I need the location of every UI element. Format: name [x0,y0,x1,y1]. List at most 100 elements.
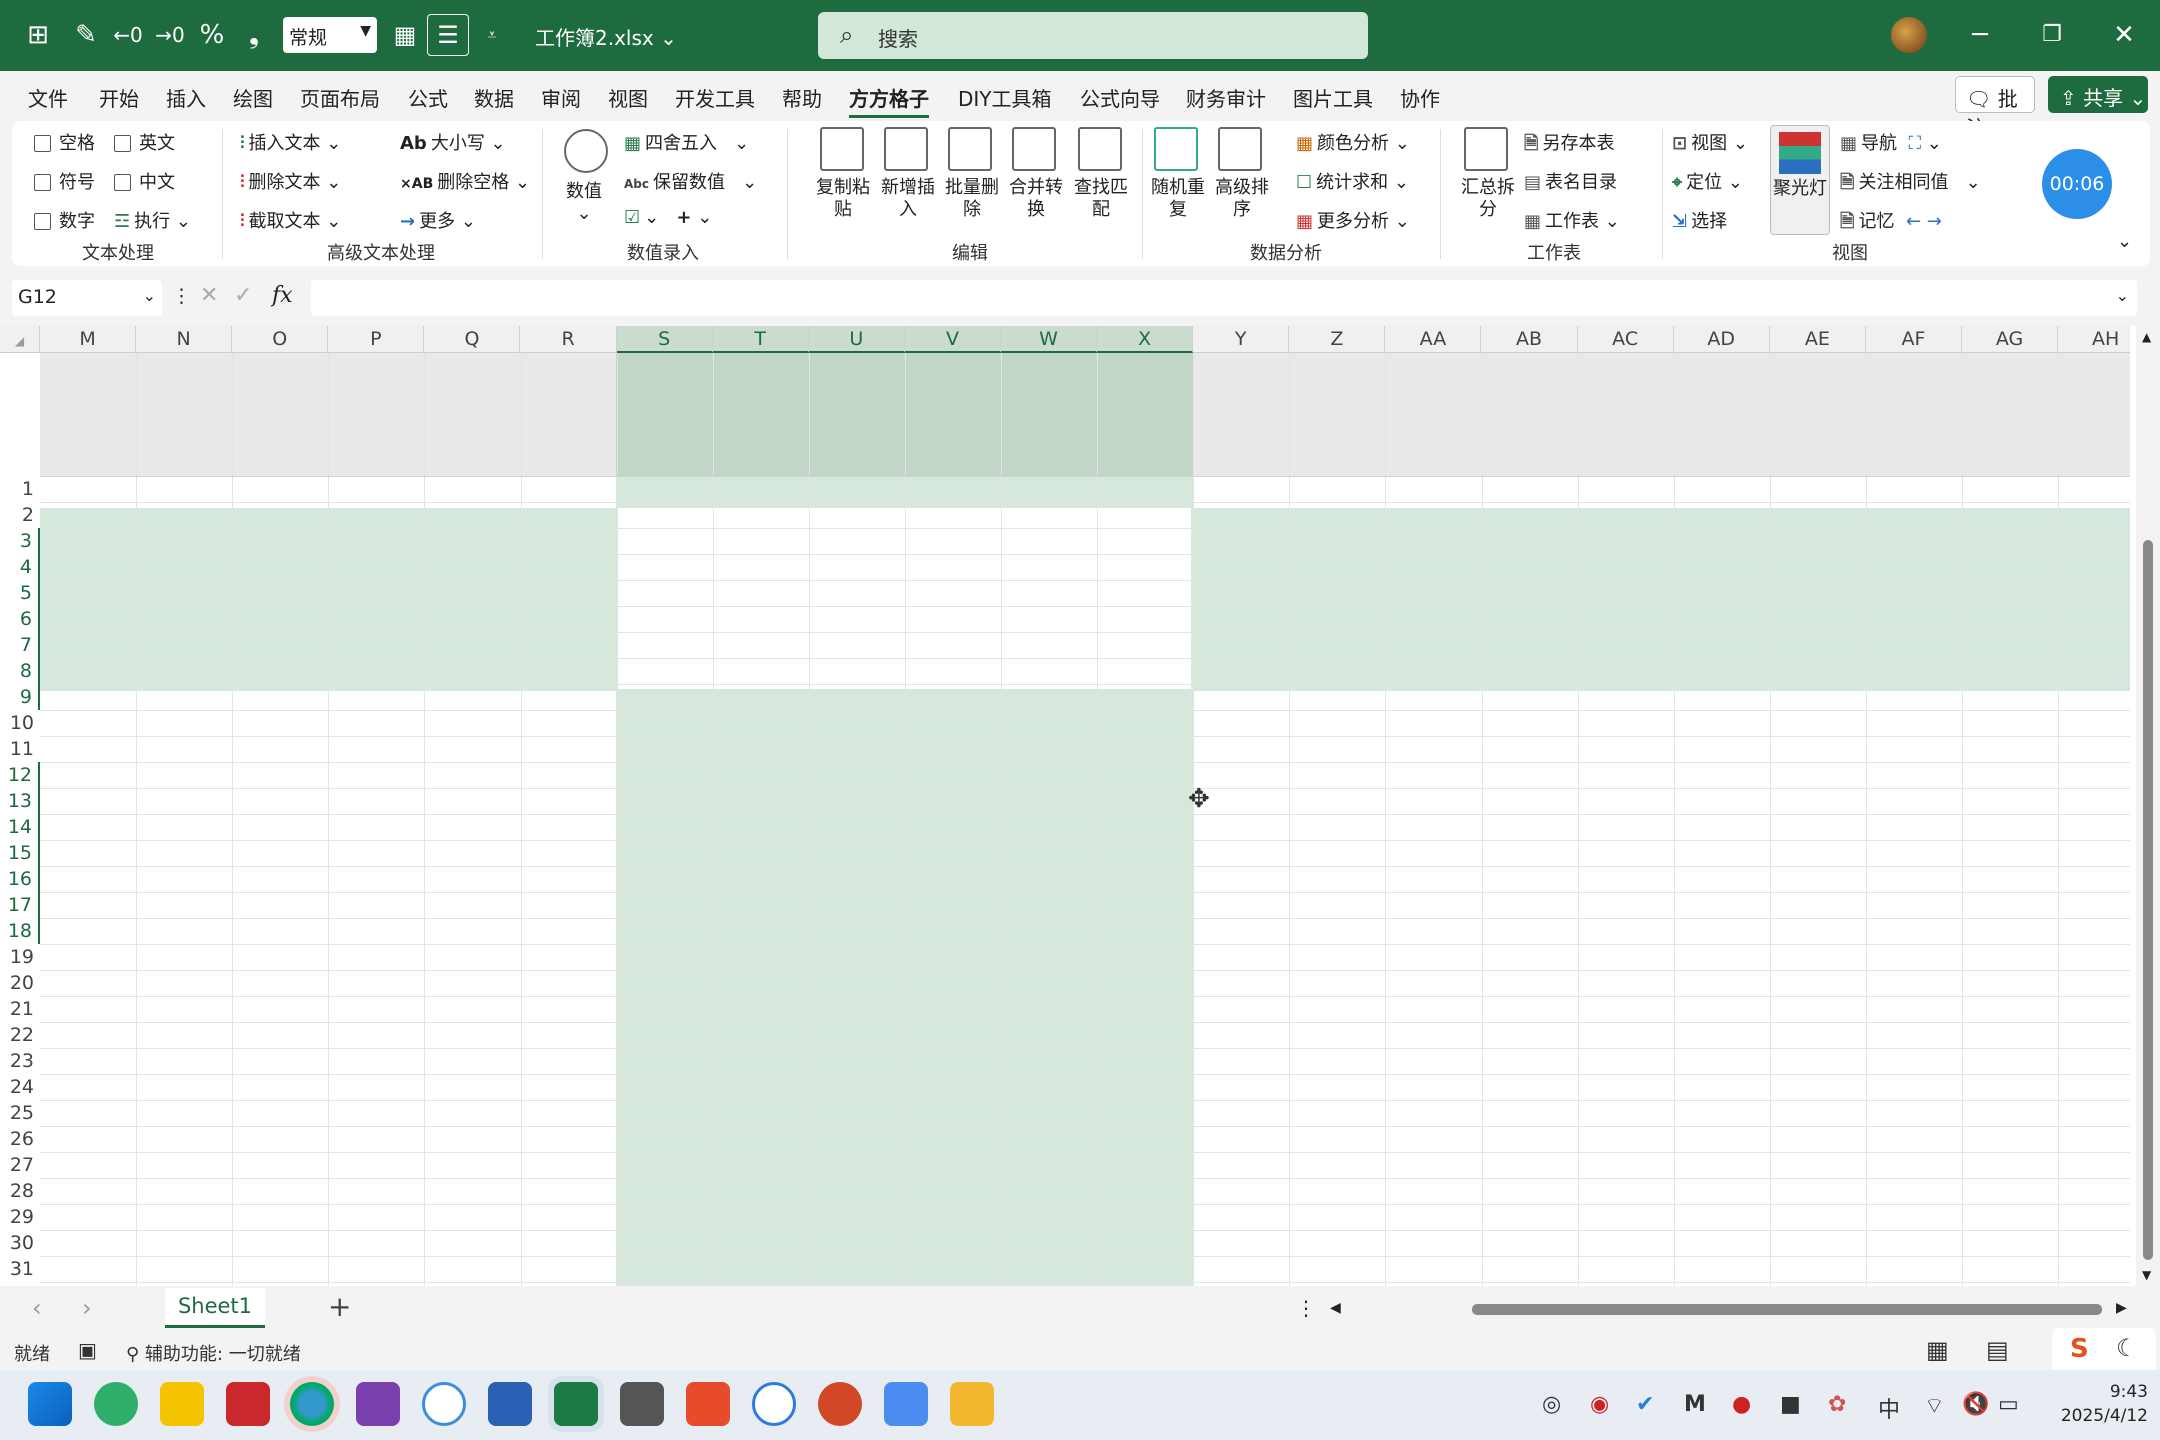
advanced-sort-button[interactable]: 高级排序 [1212,177,1272,221]
row-header-2[interactable]: 2 [0,502,40,528]
file-explorer-icon[interactable] [950,1382,994,1426]
menu-fangfanggezi[interactable]: 方方格子 [849,83,929,118]
cloud-app-icon[interactable] [422,1382,466,1426]
execute-button[interactable]: ☲ 执行 ⌄ [114,207,191,233]
row-header-17[interactable]: 17 [0,892,40,918]
worksheet-button[interactable]: ▦ 工作表 ⌄ [1524,207,1620,233]
vertical-scrollbar[interactable]: ▲ ▼ [2136,326,2160,1286]
page-layout-view-icon[interactable]: ▤ [1986,1336,2009,1364]
sublime-icon[interactable] [620,1382,664,1426]
row-header-5[interactable]: 5 [0,580,40,606]
summary-split-button[interactable]: 汇总拆分 [1458,177,1518,221]
row-header-18[interactable]: 18 [0,918,40,944]
checkbox-space[interactable]: 空格 [34,129,95,155]
ime-icon[interactable]: 中 [1878,1392,1900,1424]
clock[interactable]: 9:43 2025/4/12 [2048,1380,2148,1428]
share-button[interactable]: ⇪ 共享 ⌄ [2048,76,2148,113]
file-name[interactable]: 工作簿2.xlsx ⌄ [535,22,677,51]
start-icon[interactable] [28,1382,72,1426]
menu-insert[interactable]: 插入 [166,83,206,112]
search-input[interactable]: ⌕ 搜索 [818,12,1368,59]
extract-text-button[interactable]: ⫶ 截取文本 ⌄ [240,207,341,233]
scroll-up-icon[interactable]: ▲ [2142,330,2151,344]
view-button[interactable]: ⊡ 视图 ⌄ [1672,129,1748,155]
tray-search-icon[interactable]: ◎ [1542,1392,1561,1417]
column-header-AF[interactable]: AF [1866,326,1962,353]
format-painter-icon[interactable]: ✎ [66,14,106,56]
more-analysis-button[interactable]: ▦ 更多分析 ⌄ [1296,207,1410,233]
row-header-3[interactable]: 3 [0,528,40,554]
keep-value-button[interactable]: Abc 保留数值 ⌄ [624,168,757,194]
decrease-decimal-icon[interactable]: ←0 [108,14,148,56]
row-header-30[interactable]: 30 [0,1230,40,1256]
back-arrow-icon[interactable]: ← [1906,211,1921,232]
row-header-9[interactable]: 9 [0,684,40,710]
find-match-button[interactable]: 查找匹配 [1071,177,1131,221]
ime-floating-bar[interactable]: S ☾ [2052,1328,2156,1372]
table-icon[interactable]: ☰ [427,14,469,56]
row-header-14[interactable]: 14 [0,814,40,840]
memory-button[interactable]: 🗎 记忆 ← → [1840,207,1942,239]
column-header-U[interactable]: U [808,326,905,353]
confirm-icon[interactable]: ✓ [234,283,252,308]
remove-space-button[interactable]: ×AB 删除空格 ⌄ [400,168,530,194]
row-header-32[interactable]: 32 [0,1282,40,1286]
column-header-Z[interactable]: Z [1289,326,1386,353]
column-header-AG[interactable]: AG [1962,326,2059,353]
comment-button[interactable]: 🗨 批注 [1955,76,2035,140]
row-header-16[interactable]: 16 [0,866,40,892]
column-header-Q[interactable]: Q [424,326,521,353]
checkbox-number[interactable]: 数字 [34,207,95,233]
notes-icon[interactable] [884,1382,928,1426]
row-header-6[interactable]: 6 [0,606,40,632]
increase-decimal-icon[interactable]: →0 [150,14,190,56]
menu-picture-tools[interactable]: 图片工具 [1293,83,1373,112]
volume-mute-icon[interactable]: 🔇 [1962,1392,1989,1417]
copy-paste-button[interactable]: 复制粘贴 [813,177,873,221]
row-header-26[interactable]: 26 [0,1126,40,1152]
column-header-AE[interactable]: AE [1770,326,1866,353]
menu-draw[interactable]: 绘图 [233,83,273,112]
grid-view-icon[interactable]: ▦ [385,14,425,56]
tray-mail-icon[interactable]: M [1684,1392,1706,1417]
row-header-23[interactable]: 23 [0,1048,40,1074]
horizontal-scrollbar[interactable]: ◀ ▶ [1330,1298,2127,1320]
accessibility-status[interactable]: ⚲ 辅助功能: 一切就绪 [126,1340,301,1366]
menu-diy-toolbox[interactable]: DIY工具箱 [958,83,1052,112]
sheet-tab-sheet1[interactable]: Sheet1 [165,1288,265,1328]
avatar[interactable] [1891,17,1927,53]
random-repeat-button[interactable]: 随机重复 [1148,177,1208,221]
select-button[interactable]: ⇲ 选择 [1672,207,1727,233]
row-header-13[interactable]: 13 [0,788,40,814]
row-header-12[interactable]: 12 [0,762,40,788]
column-header-N[interactable]: N [136,326,233,353]
prev-sheet-icon[interactable]: ‹ [32,1294,42,1322]
row-header-1[interactable]: 1 [0,476,40,502]
row-header-7[interactable]: 7 [0,632,40,658]
focus-same-value-button[interactable]: 🗎 关注相同值 ⌄ [1840,168,1981,200]
column-header-W[interactable]: W [1001,326,1098,353]
column-header-S[interactable]: S [616,326,713,353]
color-analysis-button[interactable]: ▦ 颜色分析 ⌄ [1296,129,1410,155]
column-header-AB[interactable]: AB [1482,326,1578,353]
menu-view[interactable]: 视图 [608,83,648,112]
column-header-AD[interactable]: AD [1674,326,1770,353]
menu-help[interactable]: 帮助 [782,83,822,112]
column-header-P[interactable]: P [328,326,425,353]
excel-icon[interactable] [554,1382,598,1426]
save-sheet-button[interactable]: 🗎 另存本表 [1524,129,1614,161]
menu-page-layout[interactable]: 页面布局 [300,83,380,112]
row-header-24[interactable]: 24 [0,1074,40,1100]
column-header-Y[interactable]: Y [1193,326,1290,353]
tray-network-app-icon[interactable]: ✿ [1828,1392,1846,1417]
row-header-27[interactable]: 27 [0,1152,40,1178]
navigation-button[interactable]: ▦ 导航 ⛶ ⌄ [1840,129,1942,155]
row-header-29[interactable]: 29 [0,1204,40,1230]
xmind-icon[interactable] [686,1382,730,1426]
row-header-25[interactable]: 25 [0,1100,40,1126]
delete-text-button[interactable]: ⫶ 删除文本 ⌄ [240,168,341,194]
app-green-icon[interactable] [94,1382,138,1426]
row-header-20[interactable]: 20 [0,970,40,996]
tab-options-icon[interactable]: ⋮ [1296,1296,1316,1320]
case-button[interactable]: Ab 大小写 ⌄ [400,129,506,155]
